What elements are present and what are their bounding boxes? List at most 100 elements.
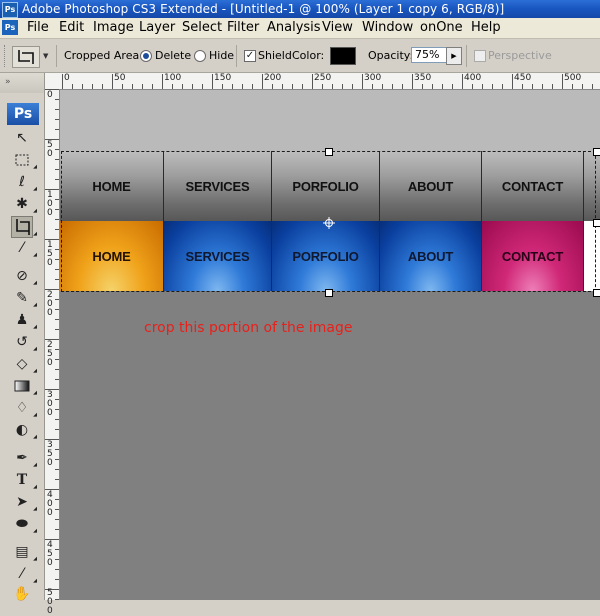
healing-brush-tool[interactable]: ⊘ ◢ — [12, 266, 37, 286]
clone-stamp-tool[interactable]: ♟ ◢ — [12, 310, 37, 330]
pen-icon: ✒ — [16, 450, 28, 466]
eraser-tool[interactable]: ◇ ◢ — [12, 354, 37, 374]
opacity-slider-toggle[interactable]: ▶ — [446, 47, 462, 65]
lasso-tool[interactable]: ℓ ◢ — [12, 172, 37, 192]
collapse-icon[interactable]: » — [5, 77, 11, 87]
opacity-input[interactable]: 75% — [411, 47, 450, 63]
eyedropper-tool[interactable]: ⁄ ◢ — [12, 238, 37, 258]
marquee-tool[interactable]: ◢ — [12, 150, 37, 170]
window-title: Adobe Photoshop CS3 Extended - [Untitled… — [22, 2, 505, 16]
crop-center-icon[interactable] — [323, 217, 335, 229]
shield-color-swatch[interactable] — [330, 47, 356, 65]
marquee-icon — [15, 154, 29, 166]
hand-tool[interactable]: ✋ — [12, 584, 32, 604]
crop-tool-preset-picker[interactable]: ▼ — [12, 46, 48, 68]
tool-flyout-icon: ◢ — [33, 434, 37, 440]
tool-flyout-icon: ◢ — [33, 578, 37, 584]
ruler-label: 450 — [47, 540, 53, 568]
tool-flyout-icon: ◢ — [33, 556, 37, 562]
perspective-label: Perspective — [488, 49, 552, 62]
horizontal-ruler[interactable]: 0 50 100 150 200 250 300 350 400 450 500 — [45, 73, 600, 90]
type-icon: T — [16, 472, 28, 488]
hide-radio[interactable] — [194, 50, 206, 62]
photoshop-app-icon: Ps — [2, 2, 18, 18]
menu-help[interactable]: Help — [471, 20, 501, 36]
hide-label: Hide — [209, 49, 235, 62]
photoshop-logo-icon[interactable]: Ps — [2, 20, 18, 35]
vertical-ruler[interactable]: 0 50 100 150 200 250 300 350 400 450 500 — [45, 89, 60, 616]
menu-file[interactable]: File — [27, 20, 49, 36]
document-canvas[interactable]: HOME SERVICES PORFOLIO ABOUT CONTACT HOM… — [60, 90, 600, 600]
blur-drop-icon: ♢ — [15, 400, 29, 416]
menu-window[interactable]: Window — [362, 20, 413, 36]
separator — [56, 45, 57, 67]
shield-label: Shield — [258, 49, 292, 62]
tool-flyout-icon: ◢ — [33, 368, 37, 374]
eyedropper-icon: ⁄ — [20, 566, 24, 582]
ruler-label: 150 — [47, 240, 53, 268]
menu-layer[interactable]: Layer — [139, 20, 175, 36]
history-brush-icon: ↺ — [16, 334, 28, 350]
dodge-icon: ◐ — [15, 422, 29, 438]
ruler-label: 0 — [64, 73, 70, 83]
dodge-tool[interactable]: ◐ ◢ — [12, 420, 37, 440]
ruler-label: 200 — [264, 73, 282, 83]
tool-flyout-icon: ◢ — [33, 412, 37, 418]
gradient-icon — [14, 380, 30, 392]
blur-tool[interactable]: ♢ ◢ — [12, 398, 37, 418]
ruler-label: 500 — [564, 73, 582, 83]
crop-handle-bottom-right[interactable] — [593, 289, 600, 297]
menu-select[interactable]: Select — [182, 20, 222, 36]
crop-shield-area — [60, 90, 600, 151]
perspective-checkbox[interactable] — [474, 50, 486, 62]
move-tool[interactable]: ↖ — [12, 128, 32, 148]
ruler-label: 250 — [314, 73, 332, 83]
ruler-label: 250 — [47, 340, 53, 368]
crop-handle-bottom[interactable] — [325, 289, 333, 297]
shape-tool[interactable]: ⬬ ◢ — [12, 514, 37, 534]
crop-handle-right[interactable] — [593, 219, 600, 227]
separator — [466, 45, 467, 67]
ruler-label: 300 — [364, 73, 382, 83]
tool-flyout-icon: ◢ — [33, 164, 37, 170]
crop-tool[interactable]: ◢ — [11, 216, 37, 238]
crop-handle-top[interactable] — [325, 148, 333, 156]
ruler-label: 450 — [514, 73, 532, 83]
magic-wand-tool[interactable]: ✱ ◢ — [12, 194, 37, 214]
crop-icon — [16, 219, 30, 235]
note-icon: ▤ — [15, 544, 29, 560]
history-brush-tool[interactable]: ↺ ◢ — [12, 332, 37, 352]
menu-filter[interactable]: Filter — [227, 20, 259, 36]
menu-view[interactable]: View — [322, 20, 353, 36]
ruler-label: 350 — [47, 440, 53, 468]
ruler-label: 100 — [164, 73, 182, 83]
ps-badge[interactable]: Ps — [7, 103, 39, 125]
chevron-down-icon: ▼ — [43, 52, 49, 60]
shield-checkbox[interactable]: ✓ — [244, 50, 256, 62]
path-selection-tool[interactable]: ➤ ◢ — [12, 492, 37, 512]
crop-icon — [18, 50, 34, 64]
options-grip[interactable] — [4, 45, 9, 67]
delete-radio[interactable] — [140, 50, 152, 62]
type-tool[interactable]: T ◢ — [12, 470, 37, 490]
ruler-label: 400 — [47, 490, 53, 518]
tool-flyout-icon: ◢ — [33, 506, 37, 512]
toolbox: » Ps ↖ ◢ ℓ ◢ ✱ ◢ ◢ ⁄ ◢ ⊘ ◢ ✎ ◢ ♟ ◢ ↺ ◢ ◇ ◢ ◢ ♢ ◢ … — [0, 73, 45, 602]
crop-instruction-text: crop this portion of the image — [144, 320, 353, 336]
menu-analysis[interactable]: Analysis — [267, 20, 321, 36]
tool-flyout-icon: ◢ — [33, 484, 37, 490]
notes-tool[interactable]: ▤ ◢ — [12, 542, 37, 562]
gradient-tool[interactable]: ◢ — [12, 376, 37, 396]
eyedropper-tool-2[interactable]: ⁄ ◢ — [12, 564, 37, 584]
delete-label: Delete — [155, 49, 192, 62]
menu-image[interactable]: Image — [93, 20, 134, 36]
brush-icon: ✎ — [16, 290, 28, 306]
toolbox-grip[interactable]: » — [0, 73, 44, 93]
crop-handle-top-right[interactable] — [593, 148, 600, 156]
ruler-label: 100 — [47, 190, 53, 218]
pen-tool[interactable]: ✒ ◢ — [12, 448, 37, 468]
brush-tool[interactable]: ✎ ◢ — [12, 288, 37, 308]
bandage-icon: ⊘ — [16, 268, 28, 284]
menu-edit[interactable]: Edit — [59, 20, 84, 36]
menu-onone[interactable]: onOne — [420, 20, 463, 36]
